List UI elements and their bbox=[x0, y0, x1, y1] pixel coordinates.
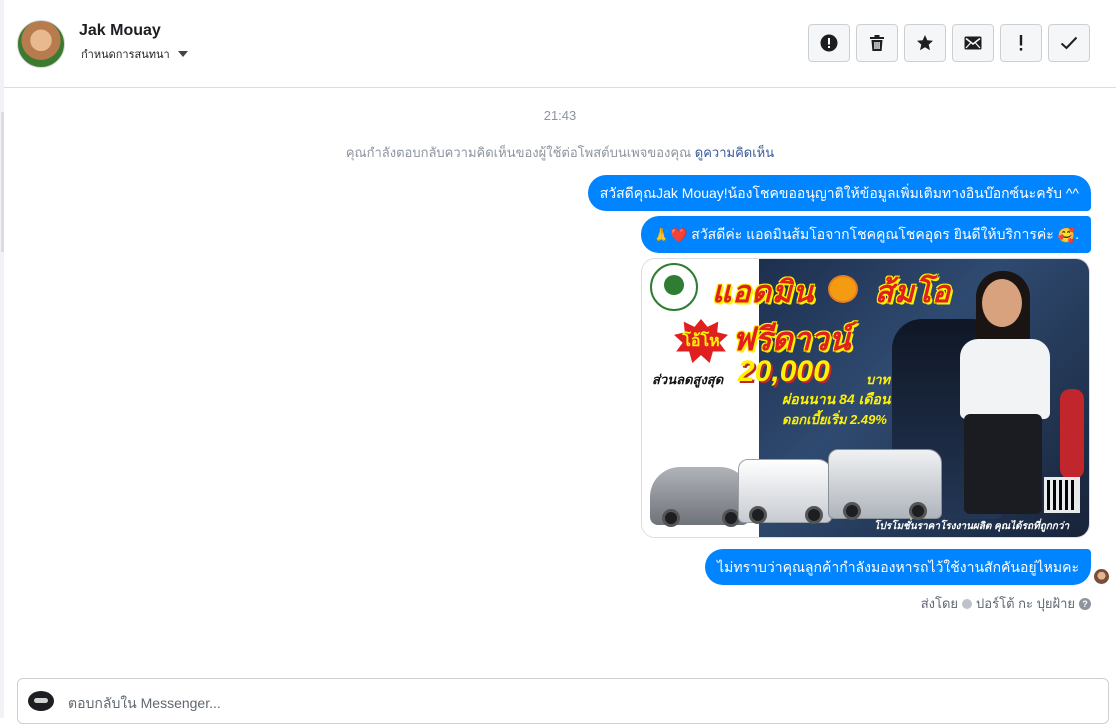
promo-title-admin: แอดมิน bbox=[712, 276, 815, 309]
promo-installment: ผ่อนนาน 84 เดือน bbox=[782, 391, 891, 407]
mark-done-button[interactable] bbox=[1048, 24, 1090, 62]
promo-title-name: ส้มโอ bbox=[874, 276, 952, 309]
page-avatar bbox=[28, 691, 54, 711]
wheel bbox=[909, 502, 927, 520]
car-hatchback bbox=[650, 467, 750, 527]
help-icon[interactable]: ? bbox=[1079, 597, 1091, 610]
mark-unread-button[interactable] bbox=[952, 24, 994, 62]
star-icon bbox=[917, 35, 933, 51]
seen-by-avatar bbox=[1094, 569, 1109, 584]
promo-image-attachment[interactable]: แอดมิน ส้มโอ โอ้โห ฟรีดาวน์ ส่วนลดสูงสุด… bbox=[641, 258, 1090, 538]
star-button[interactable] bbox=[904, 24, 946, 62]
red-seat bbox=[1060, 389, 1084, 479]
qr-code-icon bbox=[1044, 477, 1080, 513]
orange-fruit-icon bbox=[828, 275, 858, 303]
delete-button[interactable] bbox=[856, 24, 898, 62]
trash-icon bbox=[870, 35, 884, 51]
conversation-toolbar bbox=[808, 24, 1090, 62]
wheel bbox=[749, 506, 767, 524]
person-shirt bbox=[960, 339, 1050, 419]
left-scrollbar-thumb[interactable] bbox=[1, 112, 4, 252]
view-comment-link[interactable]: ดูความคิดเห็น bbox=[695, 145, 774, 160]
message-timestamp: 21:43 bbox=[543, 108, 577, 123]
reply-composer bbox=[17, 678, 1109, 724]
message-tail: . bbox=[1075, 226, 1079, 242]
user-dot-icon bbox=[962, 598, 973, 609]
person-head bbox=[982, 279, 1022, 327]
dealer-logo-icon bbox=[650, 263, 698, 311]
report-spam-button[interactable] bbox=[808, 24, 850, 62]
comment-reply-notice: คุณกำลังตอบกลับความคิดเห็นของผู้ใช้ต่อโพ… bbox=[0, 142, 1120, 163]
sent-by-label: ส่งโดย bbox=[920, 596, 959, 611]
message-text: สวัสดีค่ะ แอดมินส้มโอจากโชคคูณโชคอุดร ยิ… bbox=[687, 226, 1058, 242]
car-pickup-white bbox=[738, 459, 832, 524]
notice-text: คุณกำลังตอบกลับความคิดเห็นของผู้ใช้ต่อโพ… bbox=[345, 145, 692, 160]
follow-up-button[interactable] bbox=[1000, 24, 1042, 62]
promo-discount-amount: 20,000 bbox=[738, 355, 830, 388]
message-bubble[interactable]: 🙏❤️ สวัสดีค่ะ แอดมินส้มโอจากโชคคูณโชคอุด… bbox=[640, 216, 1091, 254]
sent-by-name[interactable]: ปอร์โต้ กะ ปุยฝ้าย bbox=[976, 593, 1075, 614]
smiling-hearts-emoji: 🥰 bbox=[1057, 227, 1076, 244]
caret-down-icon bbox=[177, 51, 188, 57]
car-pickup-silver bbox=[828, 449, 942, 520]
promo-footer: โปรโมชั่นราคาโรงงานผลิต คุณได้รถที่ถูกกว… bbox=[874, 521, 1070, 532]
contact-name[interactable]: Jak Mouay bbox=[79, 22, 161, 40]
exclamation-icon bbox=[1019, 35, 1023, 51]
person-legs bbox=[964, 414, 1042, 514]
sent-by-line: ส่งโดย ปอร์โต้ กะ ปุยฝ้าย ? bbox=[921, 593, 1091, 614]
wheel bbox=[805, 506, 823, 524]
conversation-header: Jak Mouay กำหนดการสนทนา bbox=[4, 0, 1116, 88]
alert-circle-icon bbox=[820, 34, 838, 52]
assign-conversation-dropdown[interactable]: กำหนดการสนทนา bbox=[81, 45, 188, 63]
envelope-icon bbox=[964, 36, 982, 50]
contact-avatar[interactable] bbox=[17, 20, 65, 68]
message-bubble[interactable]: ไม่ทราบว่าคุณลูกค้ากำลังมองหารถไว้ใช้งาน… bbox=[705, 549, 1091, 585]
promo-discount-label: ส่วนลดสูงสุด bbox=[652, 372, 724, 387]
promo-rate: ดอกเบี้ยเริ่ม 2.49% bbox=[782, 412, 887, 427]
wheel bbox=[843, 502, 861, 520]
checkmark-icon bbox=[1060, 36, 1078, 50]
assign-label: กำหนดการสนทนา bbox=[81, 49, 170, 61]
wheel bbox=[662, 509, 680, 527]
message-bubble[interactable]: สวัสดีคุณJak Mouay!น้องโชคขออนุญาติให้ข้… bbox=[587, 175, 1091, 211]
reply-input[interactable] bbox=[66, 689, 1070, 717]
pray-heart-emoji: 🙏❤️ bbox=[652, 227, 688, 244]
promo-currency: บาท bbox=[866, 372, 891, 387]
